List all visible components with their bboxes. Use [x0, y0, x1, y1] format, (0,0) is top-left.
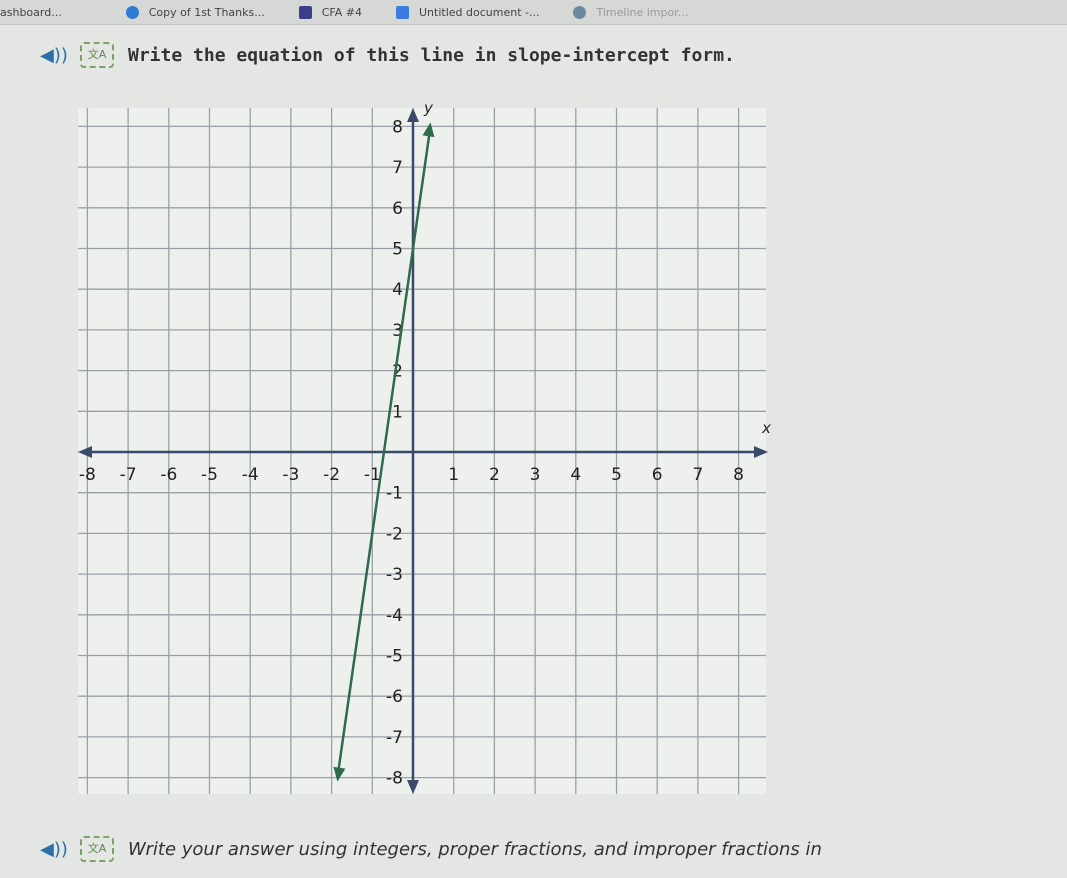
y-tick-label: -6: [386, 687, 403, 707]
x-tick-label: -7: [120, 465, 137, 485]
y-axis-label: y: [423, 99, 434, 117]
y-tick-label: 1: [392, 402, 403, 422]
y-tick-label: 8: [392, 117, 403, 137]
x-tick-label: 1: [448, 465, 459, 485]
x-tick-label: 8: [733, 465, 744, 485]
x-tick-label: 4: [570, 465, 581, 485]
x-tick-label: 6: [652, 465, 663, 485]
y-tick-label: -5: [386, 647, 403, 667]
x-tick-label: 5: [611, 465, 622, 485]
y-tick-label: 4: [392, 280, 403, 300]
speaker-icon[interactable]: ◀)): [40, 839, 68, 860]
y-tick-label: -2: [386, 524, 403, 544]
y-tick-label: -7: [386, 728, 403, 748]
x-tick-label: -3: [282, 465, 299, 485]
y-tick-label: -1: [386, 484, 403, 504]
instruction-row: ◀)) 文A Write your answer using integers,…: [40, 836, 822, 862]
x-tick-label: 3: [530, 465, 541, 485]
x-tick-label: -2: [323, 465, 340, 485]
answer-instruction: Write your answer using integers, proper…: [128, 838, 822, 860]
coordinate-plane[interactable]: xy-8 -7 -6 -5 -4 -3 -2 -1 1 2 3 4 5 6 7 887654321-1-2-3…: [0, 0, 1067, 878]
y-tick-label: -4: [386, 606, 403, 626]
y-tick-label: 5: [392, 240, 403, 260]
translate-icon[interactable]: 文A: [80, 836, 114, 862]
y-tick-label: 7: [392, 158, 403, 178]
y-tick-label: -3: [386, 565, 403, 585]
x-tick-label: -5: [201, 465, 218, 485]
x-tick-label: 2: [489, 465, 500, 485]
y-tick-label: -8: [386, 769, 403, 789]
x-axis-label: x: [761, 419, 771, 437]
x-tick-label: 7: [692, 465, 703, 485]
x-tick-label: -1: [364, 465, 381, 485]
x-tick-label: -4: [242, 465, 259, 485]
x-tick-label: -6: [160, 465, 177, 485]
x-tick-label: -8: [79, 465, 96, 485]
y-tick-label: 6: [392, 199, 403, 219]
